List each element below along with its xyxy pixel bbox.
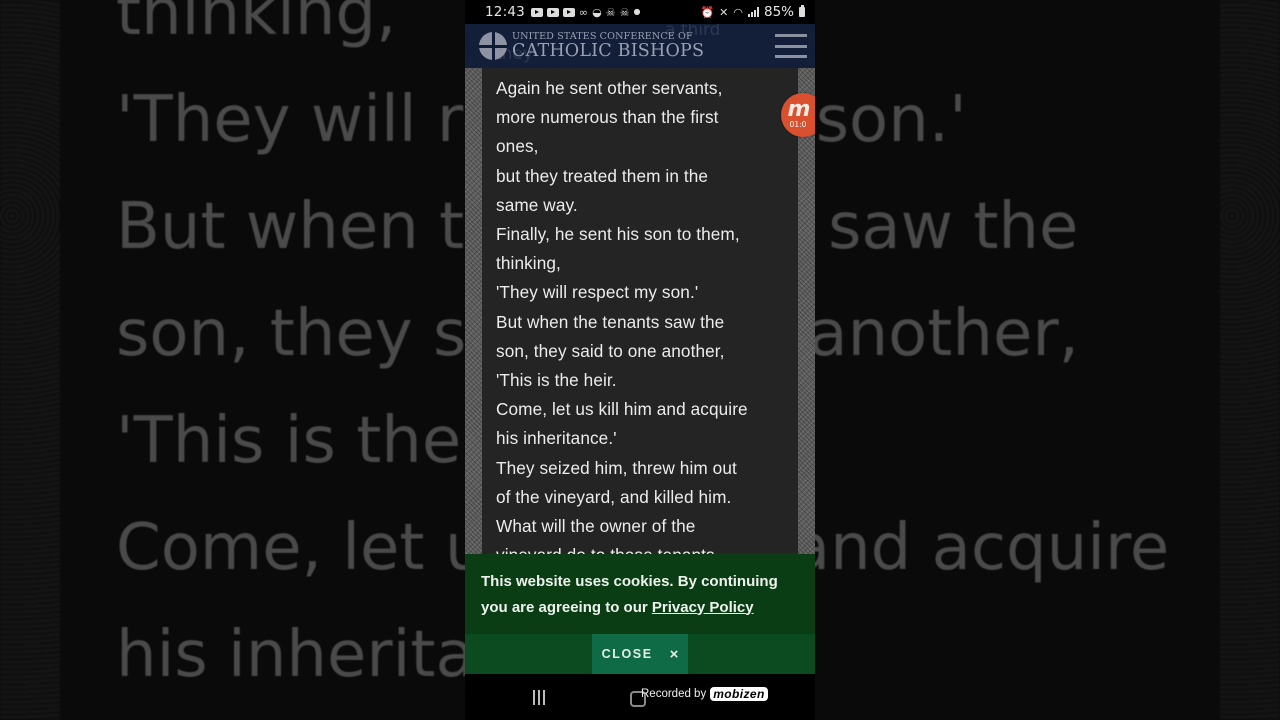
alarm-icon: ⏰: [700, 5, 715, 19]
battery-percent: 85%: [763, 4, 794, 20]
close-label: CLOSE: [601, 647, 653, 661]
mobizen-wordmark: mobizen: [710, 687, 768, 701]
scripture-line: his inheritance.': [496, 428, 617, 449]
signal-icon: [747, 7, 759, 17]
skull-icon: ☠: [605, 5, 616, 19]
scripture-line: Again he sent other servants,: [496, 78, 723, 98]
youtube-icon: [546, 7, 559, 17]
cross-logo-icon: [479, 32, 507, 60]
scripture-line: same way.: [496, 194, 578, 215]
scripture-line: What will the owner of the: [496, 516, 696, 537]
scripture-line: 'They will respect my son.': [496, 282, 699, 303]
status-time: 12:43: [485, 4, 525, 20]
scripture-line: 'This is the heir.: [496, 370, 617, 391]
background-texture-left: [0, 0, 60, 720]
usccb-logo[interactable]: UNITED STATES CONFERENCE OF CATHOLIC BIS…: [479, 32, 704, 60]
recorded-by-text: Recorded by: [641, 688, 707, 700]
cookie-close-button[interactable]: CLOSE ×: [592, 634, 688, 674]
mute-icon: ✕: [719, 5, 729, 19]
recording-timer: 01:0: [789, 120, 807, 129]
recents-button[interactable]: [533, 690, 545, 705]
close-icon: ×: [669, 645, 679, 663]
status-bar: 12:43 ∞ ◒ ☠ ☠ ● ⏰ ✕ ◠ 85%: [465, 0, 815, 24]
system-icons: ⏰ ✕ ◠ 85%: [700, 4, 805, 20]
phone-screen: 12:43 ∞ ◒ ☠ ☠ ● ⏰ ✕ ◠ 85% a third they U…: [465, 0, 815, 720]
site-header: a third they UNITED STATES CONFERENCE OF…: [465, 20, 815, 68]
youtube-icon: [530, 7, 543, 17]
mobizen-logo-icon: m: [787, 97, 811, 122]
cookie-message: This website uses cookies. By continuing…: [465, 554, 815, 620]
notification-icons: ∞ ◒ ☠ ☠ ●: [530, 5, 641, 19]
scripture-text: Again he sent other servants, more numer…: [496, 74, 788, 570]
android-nav-bar: Recorded by mobizen: [465, 674, 815, 720]
cookie-actions: CLOSE ×: [465, 634, 815, 674]
scripture-line: thinking,: [496, 253, 561, 274]
scripture-line: Finally, he sent his son to them,: [496, 224, 740, 245]
battery-icon: [799, 5, 805, 17]
scripture-line: son, they said to one another,: [496, 340, 725, 361]
bowl-icon: ◒: [592, 5, 602, 19]
scripture-line: But when the tenants saw the: [496, 311, 725, 332]
hamburger-menu-icon[interactable]: [775, 34, 807, 58]
scripture-line: ones,: [496, 136, 539, 157]
youtube-icon: [562, 7, 575, 17]
scripture-line: more numerous than the first: [496, 107, 719, 128]
recorded-by-watermark: Recorded by mobizen: [641, 687, 768, 701]
scripture-line: Come, let us kill him and acquire: [496, 399, 748, 420]
cookie-banner: This website uses cookies. By continuing…: [465, 554, 815, 674]
logo-line-2: CATHOLIC BISHOPS: [512, 40, 705, 61]
background-texture-right: [1220, 0, 1280, 720]
skull-icon: ☠: [619, 5, 630, 19]
dot-icon: ●: [633, 7, 641, 16]
wifi-icon: ◠: [733, 5, 743, 19]
scripture-line: of the vineyard, and killed him.: [496, 486, 732, 507]
scripture-line: but they treated them in the: [496, 165, 709, 186]
scripture-line: They seized him, threw him out: [496, 457, 737, 478]
privacy-policy-link[interactable]: Privacy Policy: [652, 599, 754, 616]
logo-text: UNITED STATES CONFERENCE OF CATHOLIC BIS…: [512, 32, 704, 60]
voicemail-icon: ∞: [578, 5, 589, 19]
